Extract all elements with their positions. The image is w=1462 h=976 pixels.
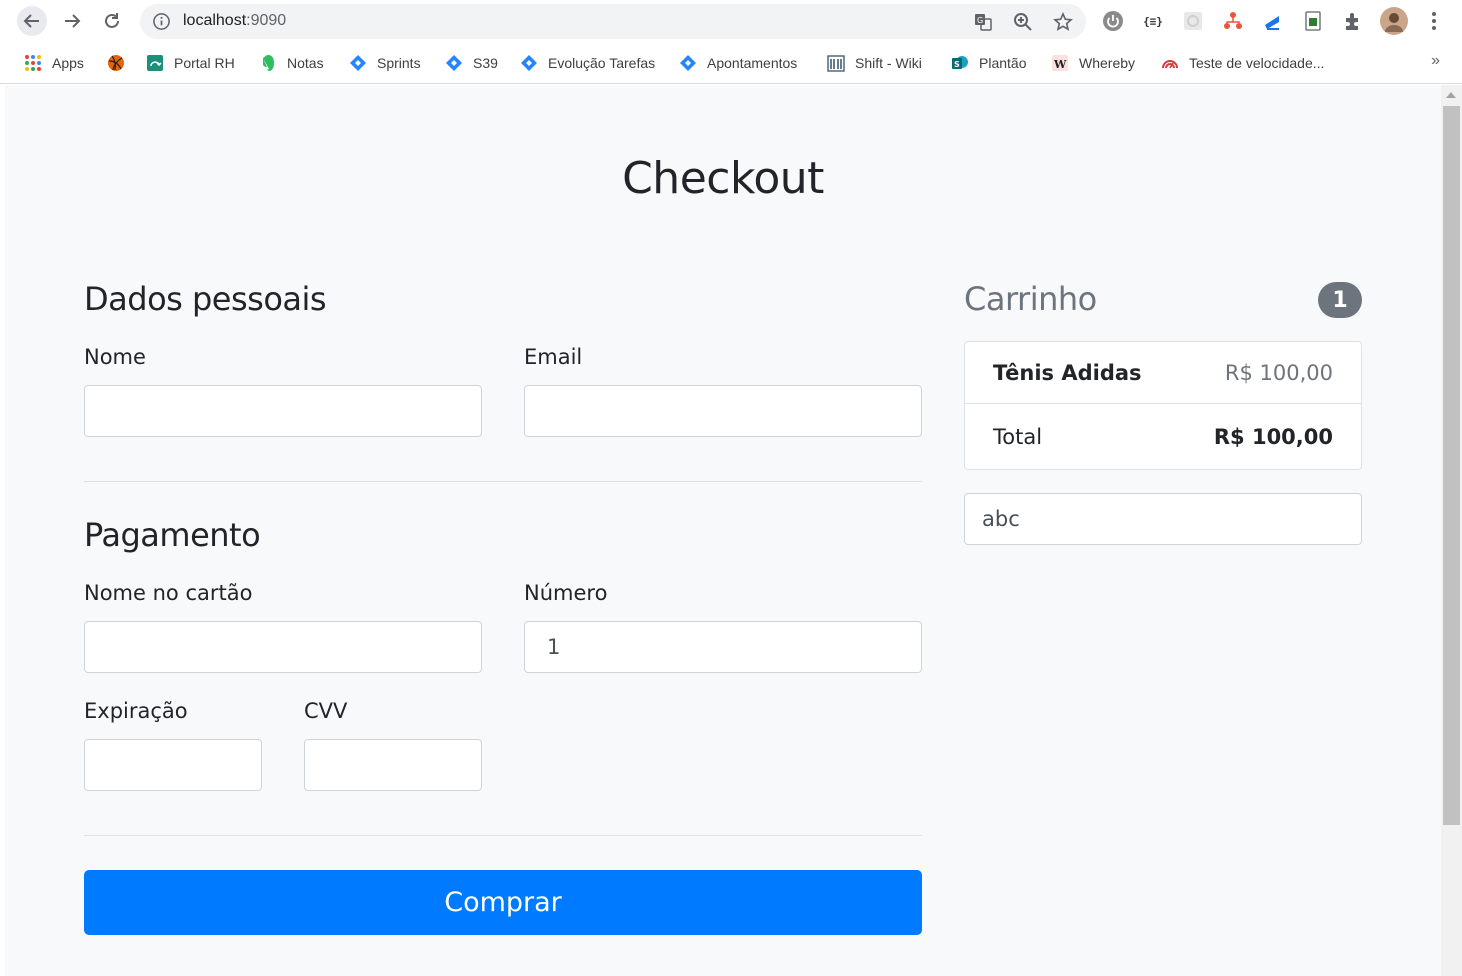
star-icon[interactable] (1053, 12, 1073, 32)
cart-item-row: Tênis Adidas R$ 100,00 (965, 342, 1361, 404)
back-button[interactable] (17, 6, 47, 36)
bookmark-s39[interactable]: S39 (445, 52, 498, 74)
reload-button[interactable] (97, 6, 127, 36)
card-number-label: Número (524, 581, 608, 605)
grey-extension-icon[interactable] (1182, 10, 1204, 32)
bookmark-apontamentos[interactable]: Apontamentos (679, 52, 797, 74)
whereby-icon: W (1051, 54, 1069, 72)
translate-icon[interactable]: G (973, 12, 993, 32)
scroll-up-arrow-icon[interactable] (1446, 92, 1456, 98)
cart-heading: Carrinho (964, 280, 1097, 318)
bookmark-plantao[interactable]: S Plantão (951, 52, 1026, 74)
bookmark-label: Apps (52, 55, 84, 71)
zoom-icon[interactable] (1013, 12, 1033, 32)
url-host: localhost (183, 12, 247, 29)
email-label: Email (524, 345, 583, 369)
expiration-input[interactable] (84, 739, 262, 791)
jira-diamond-icon (349, 54, 367, 72)
jira-diamond-icon (445, 54, 463, 72)
org-chart-extension-icon[interactable] (1222, 10, 1244, 32)
cart-list: Tênis Adidas R$ 100,00 Total R$ 100,00 (964, 341, 1362, 470)
bookmark-label: Apontamentos (707, 55, 798, 71)
bookmark-notas[interactable]: Notas (259, 52, 324, 74)
speedometer-icon (1161, 54, 1179, 72)
bookmark-orange-site[interactable] (107, 52, 135, 74)
reload-icon (105, 13, 119, 28)
cart-total-value: R$ 100,00 (1213, 424, 1333, 449)
bookmark-label: Shift - Wiki (855, 55, 922, 71)
bookmark-label: Plantão (979, 55, 1027, 71)
puzzle-icon[interactable] (1342, 10, 1364, 32)
bookmark-label: S39 (473, 55, 498, 71)
evernote-icon (259, 54, 277, 72)
card-name-label: Nome no cartão (84, 581, 253, 605)
apps-grid-icon (24, 54, 42, 72)
jira-diamond-icon (679, 54, 697, 72)
arrow-left-icon (23, 14, 39, 28)
name-label: Nome (84, 345, 146, 369)
menu-dots-icon[interactable] (1423, 10, 1445, 32)
page-title: Checkout (622, 153, 824, 204)
info-icon (153, 13, 170, 30)
url-text: localhost:9090 (183, 12, 286, 30)
jira-diamond-icon (520, 54, 538, 72)
cart-item-name: Tênis Adidas (993, 360, 1142, 385)
profile-avatar[interactable] (1380, 7, 1408, 35)
svg-text:G: G (977, 16, 983, 25)
power-extension-icon[interactable] (1102, 10, 1124, 32)
svg-text:W: W (1053, 58, 1067, 71)
basketball-icon (107, 54, 125, 72)
bookmark-apps[interactable]: Apps (24, 52, 84, 74)
bookmark-shift-wiki[interactable]: Shift - Wiki (827, 52, 922, 74)
page-viewport: Checkout Dados pessoais Nome Email Pagam… (5, 85, 1441, 976)
bookmark-teste-velocidade[interactable]: Teste de velocidade... (1161, 52, 1324, 74)
url-port: :9090 (246, 12, 287, 29)
vertical-scrollbar[interactable] (1441, 85, 1462, 976)
bookmark-evolucao-tarefas[interactable]: Evolução Tarefas (520, 52, 655, 74)
bookmark-label: Portal RH (174, 55, 235, 71)
bookmark-label: Whereby (1079, 55, 1136, 71)
promo-code-input[interactable]: abc (964, 493, 1362, 545)
sharepoint-icon: S (951, 54, 969, 72)
bookmarks-overflow-button[interactable]: » (1431, 52, 1440, 70)
card-number-input[interactable]: 1 (524, 621, 922, 673)
wiki-building-icon (827, 54, 845, 72)
cart-total-label: Total (993, 424, 1043, 449)
payment-heading: Pagamento (84, 516, 261, 554)
blue-extension-icon[interactable] (1262, 10, 1284, 32)
card-name-input[interactable] (84, 621, 482, 673)
forward-button[interactable] (57, 6, 87, 36)
expiration-label: Expiração (84, 699, 188, 723)
bookmark-sprints[interactable]: Sprints (349, 52, 421, 74)
bookmark-label: Evolução Tarefas (548, 55, 656, 71)
browser-toolbar: localhost:9090 G {≡} (0, 0, 1462, 42)
json-extension-icon[interactable]: {≡} (1142, 10, 1164, 32)
bookmark-label: Sprints (377, 55, 421, 71)
bookmarks-bar: Apps Portal RH Notas Sprints S39 Evoluçã… (0, 42, 1462, 84)
cart-item-price: R$ 100,00 (1224, 360, 1333, 385)
bookmark-label: Teste de velocidade... (1189, 55, 1325, 71)
cart-count-badge: 1 (1318, 282, 1362, 318)
svg-text:S: S (954, 60, 960, 69)
section-divider (84, 481, 922, 482)
bookmark-whereby[interactable]: W Whereby (1051, 52, 1135, 74)
bookmark-portal-rh[interactable]: Portal RH (146, 52, 235, 74)
name-input[interactable] (84, 385, 482, 437)
bookmark-label: Notas (287, 55, 324, 71)
address-bar[interactable]: localhost:9090 G (140, 4, 1086, 39)
cvv-label: CVV (304, 699, 348, 723)
section-divider (84, 835, 922, 836)
cart-total-row: Total R$ 100,00 (965, 404, 1361, 469)
email-input[interactable] (524, 385, 922, 437)
portal-rh-icon (146, 54, 164, 72)
sheet-extension-icon[interactable] (1302, 10, 1324, 32)
cvv-input[interactable] (304, 739, 482, 791)
scrollbar-thumb[interactable] (1443, 106, 1460, 825)
personal-data-heading: Dados pessoais (84, 280, 327, 318)
arrow-right-icon (65, 14, 81, 28)
buy-button[interactable]: Comprar (84, 870, 922, 935)
